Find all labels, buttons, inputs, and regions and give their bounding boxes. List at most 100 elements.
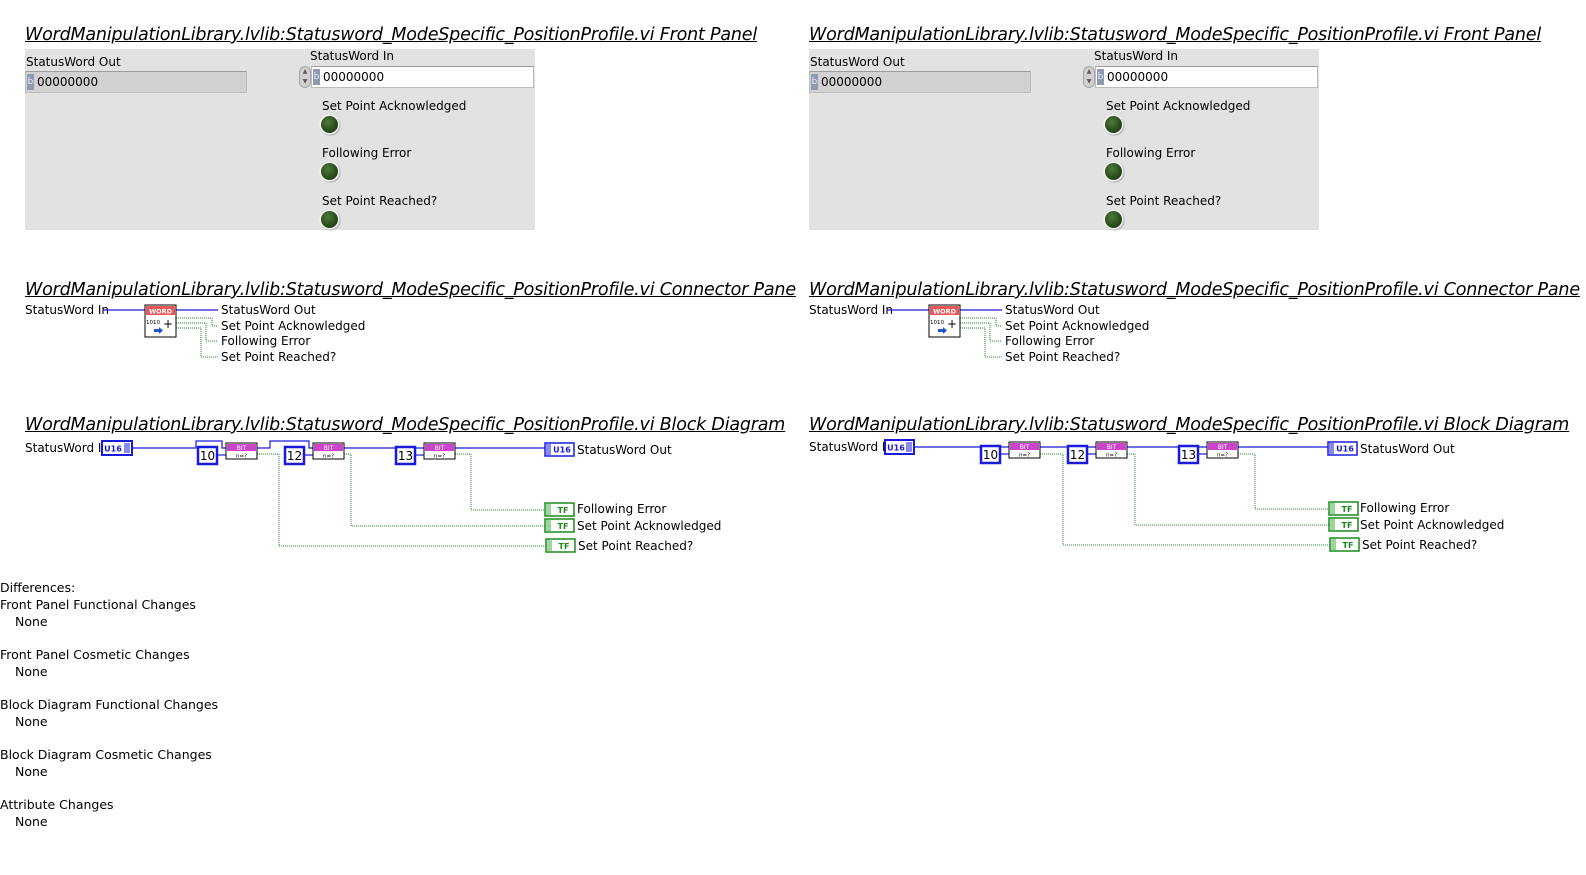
right-version-column: WordManipulationLibrary.lvlib:Statusword… (784, 0, 1580, 580)
left-version-column: WordManipulationLibrary.lvlib:Statusword… (0, 0, 796, 580)
bit-constant-13: 13 (1177, 444, 1200, 465)
led-label-following-error: Following Error (322, 146, 412, 160)
bit-node: BIT n=? (225, 442, 258, 460)
svg-text:13: 13 (1181, 448, 1196, 462)
bit-node: BIT n=? (423, 442, 456, 460)
svg-text:10: 10 (983, 448, 998, 462)
connector-pane: StatusWord In WORD 1010 + StatusWord Out… (0, 300, 790, 370)
svg-text:BIT: BIT (1107, 444, 1117, 451)
connector-wires: WORD 1010 + (103, 304, 218, 358)
bit-constant-10: 10 (979, 444, 1002, 465)
svg-text:TF: TF (558, 506, 569, 515)
bit-node: BIT n=? (1206, 441, 1239, 459)
difference-section-value: None (15, 714, 48, 729)
led-set-point-reached[interactable] (1105, 211, 1122, 228)
led-set-point-acknowledged[interactable] (1105, 116, 1122, 133)
bool-wire-reached (257, 453, 546, 547)
differences-heading: Differences: (0, 580, 76, 595)
led-following-error[interactable] (321, 163, 338, 180)
svg-text:U16: U16 (1336, 445, 1354, 454)
cp-output-label: StatusWord Out (1005, 303, 1100, 317)
svg-text:n=?: n=? (323, 454, 334, 460)
block-diagram: StatusWord In U16 10 12 13 BIT n=? BIT n… (0, 436, 790, 566)
bd-bool-label: Set Point Reached? (1362, 538, 1478, 552)
svg-text:12: 12 (287, 449, 302, 463)
svg-text:n=?: n=? (236, 454, 247, 460)
radix-indicator[interactable]: b (27, 74, 34, 90)
wire-ack (176, 317, 218, 327)
difference-section-value: None (15, 664, 48, 679)
svg-text:BIT: BIT (1020, 444, 1030, 451)
cp-output-label: Following Error (221, 334, 311, 348)
difference-section-value: None (15, 814, 48, 829)
svg-text:13: 13 (398, 449, 413, 463)
statusword-in-control[interactable]: b 00000000 (1095, 66, 1318, 88)
difference-section-value: None (15, 614, 48, 629)
svg-text:n=?: n=? (1019, 453, 1030, 459)
increment-decrement-arrows[interactable]: ▲ ▼ (299, 66, 311, 88)
svg-text:TF: TF (1342, 505, 1353, 514)
statusword-out-label: StatusWord Out (810, 55, 905, 69)
front-panel-title: WordManipulationLibrary.lvlib:Statusword… (25, 25, 758, 45)
svg-text:n=?: n=? (1106, 453, 1117, 459)
u16-indicator-terminal: U16 (544, 442, 575, 457)
bool-wire-ack (344, 453, 545, 527)
statusword-in-value: 00000000 (323, 70, 385, 84)
led-label-set-point-reached: Set Point Reached? (322, 194, 438, 208)
connector-pane: StatusWord In WORD 1010 + StatusWord Out… (784, 300, 1574, 370)
bd-bool-label: Set Point Acknowledged (1360, 518, 1505, 532)
radix-indicator[interactable]: b (811, 74, 818, 90)
svg-text:TF: TF (559, 542, 570, 551)
svg-text:BIT: BIT (1218, 444, 1228, 451)
svg-text:n=?: n=? (1217, 453, 1228, 459)
cp-output-label: Set Point Acknowledged (1005, 319, 1150, 333)
svg-text:BIT: BIT (237, 445, 247, 452)
statusword-out-value: 00000000 (821, 75, 883, 89)
statusword-out-value: 00000000 (37, 75, 99, 89)
connector-wires: WORD 1010 + (887, 304, 1002, 358)
bool-indicator-terminal: TF (545, 538, 576, 553)
svg-text:BIT: BIT (435, 445, 445, 452)
wire-ferr (960, 322, 1002, 342)
radix-indicator[interactable]: b (313, 69, 320, 85)
plus-icon: + (163, 317, 173, 331)
bd-bool-label: Set Point Reached? (578, 539, 694, 553)
increment-decrement-arrows[interactable]: ▲ ▼ (1083, 66, 1095, 88)
block-diagram-title: WordManipulationLibrary.lvlib:Statusword… (25, 415, 786, 435)
bool-indicator-terminal: TF (544, 502, 575, 517)
u16-control-terminal: U16 (101, 440, 133, 456)
led-set-point-acknowledged[interactable] (321, 116, 338, 133)
word-icon-header: WORD (149, 308, 173, 316)
statusword-in-label: StatusWord In (310, 49, 395, 63)
bool-indicator-terminal: TF (1328, 501, 1359, 516)
block-diagram: StatusWord In U16 10 12 13 BIT n=? BIT n=?… (784, 436, 1574, 566)
statusword-out-indicator: b 00000000 (25, 71, 247, 93)
wire-ferr (176, 322, 218, 342)
statusword-out-label: StatusWord Out (26, 55, 121, 69)
word-icon-header: WORD (933, 308, 957, 316)
cp-output-label: StatusWord Out (221, 303, 316, 317)
bd-bool-label: Following Error (1360, 501, 1450, 515)
radix-indicator[interactable]: b (1097, 69, 1104, 85)
connector-pane-title: WordManipulationLibrary.lvlib:Statusword… (809, 280, 1580, 300)
bit-constant-12: 12 (1066, 444, 1089, 465)
word-vi-icon: WORD 1010 + (144, 304, 177, 338)
word-vi-icon: WORD 1010 + (928, 304, 961, 338)
block-diagram-title: WordManipulationLibrary.lvlib:Statusword… (809, 415, 1570, 435)
front-panel: StatusWord Out b 00000000 StatusWord In … (25, 49, 535, 230)
statusword-in-control[interactable]: b 00000000 (311, 66, 534, 88)
led-following-error[interactable] (1105, 163, 1122, 180)
statusword-in-value: 00000000 (1107, 70, 1169, 84)
bit-constant-10: 10 (196, 445, 219, 466)
cp-output-label: Set Point Reached? (221, 350, 337, 364)
led-label-set-point-acknowledged: Set Point Acknowledged (1106, 99, 1251, 113)
bd-bool-label: Following Error (577, 502, 667, 516)
led-set-point-reached[interactable] (321, 211, 338, 228)
bit-node: BIT n=? (1095, 441, 1128, 459)
difference-section-name: Block Diagram Functional Changes (0, 697, 219, 712)
statusword-out-indicator: b 00000000 (809, 71, 1031, 93)
bool-wire-ferr (1238, 453, 1329, 510)
svg-text:10: 10 (200, 449, 215, 463)
word-icon-body: 1010 (146, 320, 160, 326)
bd-bool-label: Set Point Acknowledged (577, 519, 722, 533)
